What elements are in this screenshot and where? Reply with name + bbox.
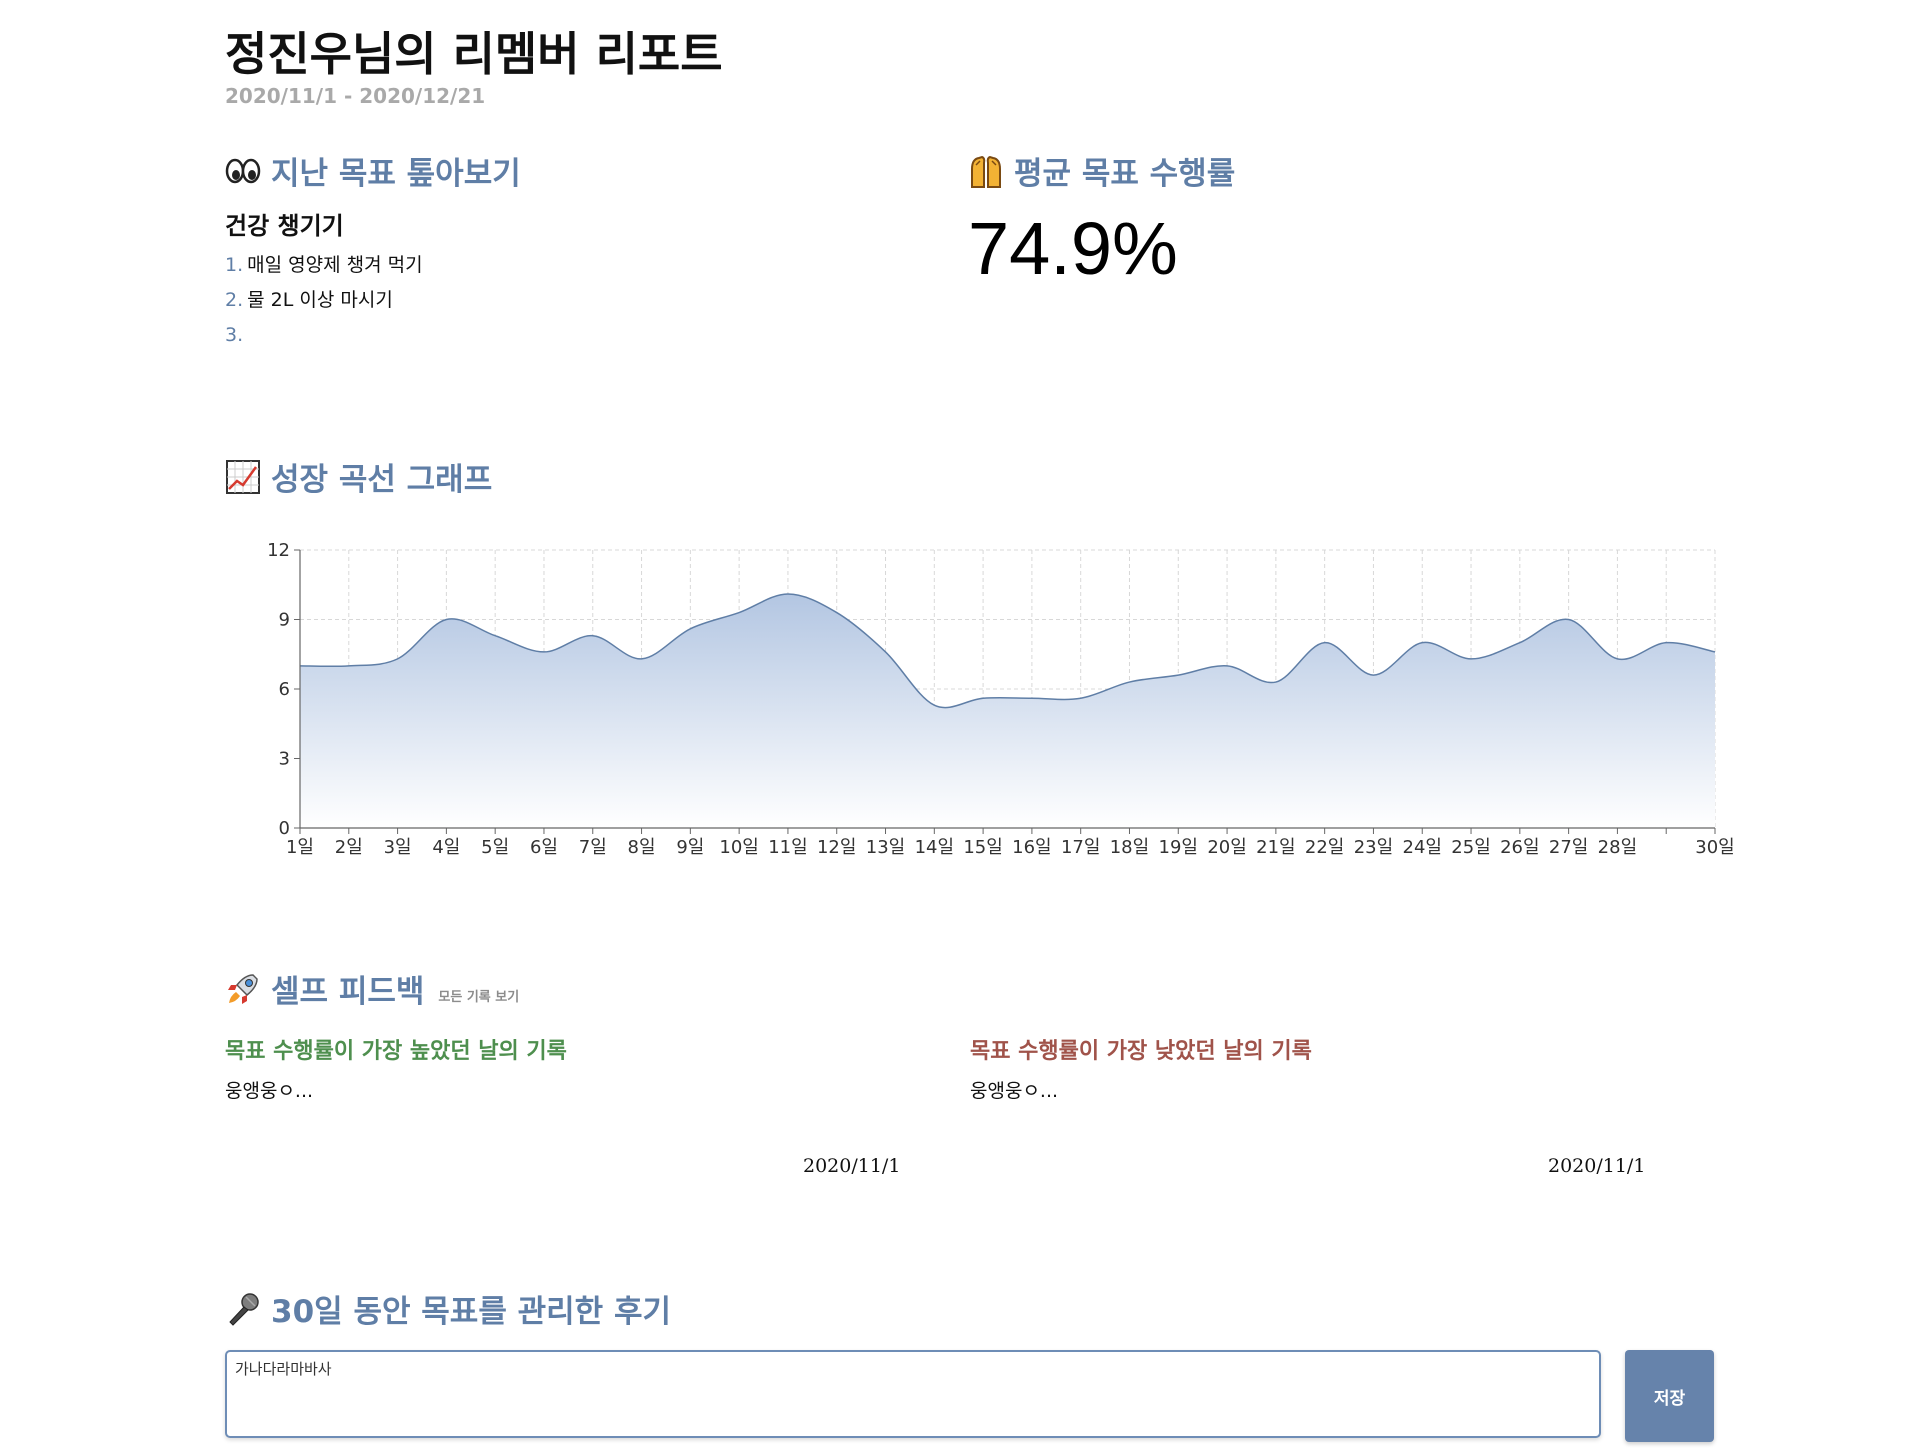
y-tick-label: 3 bbox=[279, 749, 290, 770]
goal-list: 1. 매일 영양제 챙겨 먹기 2. 물 2L 이상 마시기 3. bbox=[225, 248, 423, 353]
goal-number: 1. bbox=[225, 254, 244, 276]
list-item: 2. 물 2L 이상 마시기 bbox=[225, 283, 423, 318]
highest-day-date: 2020/11/1 bbox=[803, 1155, 901, 1177]
raised-hands-icon bbox=[971, 155, 1001, 188]
x-tick-label: 7일 bbox=[579, 837, 607, 858]
y-tick-label: 9 bbox=[279, 610, 290, 631]
x-tick-label: 14일 bbox=[915, 837, 954, 858]
x-tick-label: 4일 bbox=[432, 837, 460, 858]
lowest-day-label: 목표 수행률이 가장 낮았던 날의 기록 bbox=[970, 1039, 1312, 1064]
review-heading: 30일 동안 목표를 관리한 후기 bbox=[225, 1286, 671, 1331]
x-tick-label: 9일 bbox=[676, 837, 704, 858]
highest-day-label: 목표 수행률이 가장 높았던 날의 기록 bbox=[225, 1039, 567, 1064]
x-tick-label: 24일 bbox=[1403, 837, 1442, 858]
x-tick-label: 8일 bbox=[628, 837, 656, 858]
feedback-heading: 셀프 피드백 모든 기록 보기 bbox=[225, 966, 519, 1011]
highest-day-text: 웅앵웅ㅇ... bbox=[225, 1080, 314, 1102]
list-item: 1. 매일 영양제 챙겨 먹기 bbox=[225, 248, 423, 283]
y-tick-label: 12 bbox=[267, 540, 290, 561]
x-tick-label: 1일 bbox=[286, 837, 314, 858]
x-tick-label: 17일 bbox=[1061, 837, 1100, 858]
y-tick-label: 0 bbox=[279, 818, 290, 839]
growth-chart-svg: 0 3 6 9 12 1일 2일 3일 4일 5일 6일 7일 8일 9일 10일 11일 12일 13일 14일 1… bbox=[267, 540, 1735, 858]
growth-area-fill bbox=[300, 594, 1715, 828]
x-tick-label: 3일 bbox=[384, 837, 412, 858]
x-tick-label: 23일 bbox=[1354, 837, 1393, 858]
list-item: 3. bbox=[225, 318, 423, 353]
x-tick-label: 25일 bbox=[1451, 837, 1490, 858]
x-tick-label: 18일 bbox=[1110, 837, 1149, 858]
x-tick-label: 30일 bbox=[1695, 837, 1734, 858]
date-range: 2020/11/1 - 2020/12/21 bbox=[225, 84, 486, 108]
x-tick-label: 28일 bbox=[1598, 837, 1637, 858]
growth-chart: 0 3 6 9 12 1일 2일 3일 4일 5일 6일 7일 8일 9일 10일 11일 12일 13일 14일 1… bbox=[255, 530, 1735, 860]
goal-number: 2. bbox=[225, 289, 244, 311]
x-tick-label: 2일 bbox=[335, 837, 363, 858]
save-button[interactable]: 저장 bbox=[1625, 1350, 1714, 1442]
average-heading-text: 평균 목표 수행률 bbox=[1014, 156, 1236, 192]
feedback-heading-text: 셀프 피드백 bbox=[271, 974, 425, 1010]
review-input[interactable]: 가나다라마바사 bbox=[225, 1350, 1601, 1438]
x-tick-label: 10일 bbox=[719, 837, 758, 858]
report-page: 정진우님의 리멤버 리포트 2020/11/1 - 2020/12/21 지난 … bbox=[0, 0, 1916, 1454]
goal-text: 매일 영양제 챙겨 먹기 bbox=[247, 254, 423, 276]
past-goals-heading: 지난 목표 톺아보기 bbox=[225, 148, 521, 193]
goal-text: 물 2L 이상 마시기 bbox=[247, 289, 393, 311]
chart-increasing-icon bbox=[226, 459, 260, 494]
x-tick-label: 16일 bbox=[1012, 837, 1051, 858]
x-tick-label: 13일 bbox=[866, 837, 905, 858]
past-goals-heading-text: 지난 목표 톺아보기 bbox=[271, 156, 521, 192]
goal-number: 3. bbox=[225, 324, 244, 346]
review-heading-text: 30일 동안 목표를 관리한 후기 bbox=[271, 1294, 672, 1330]
average-rate-value: 74.9% bbox=[968, 207, 1178, 290]
x-tick-label: 15일 bbox=[963, 837, 1002, 858]
growth-heading-text: 성장 곡선 그래프 bbox=[271, 462, 493, 498]
lowest-day-text: 웅앵웅ㅇ... bbox=[970, 1080, 1059, 1102]
x-tick-label: 6일 bbox=[530, 837, 558, 858]
x-tick-label: 22일 bbox=[1305, 837, 1344, 858]
goal-title: 건강 챙기기 bbox=[225, 212, 344, 240]
average-heading: 평균 목표 수행률 bbox=[968, 148, 1235, 193]
x-tick-label: 11일 bbox=[768, 837, 807, 858]
eyes-icon bbox=[225, 158, 261, 183]
x-tick-label: 21일 bbox=[1256, 837, 1295, 858]
x-tick-label: 5일 bbox=[481, 837, 509, 858]
x-tick-label: 26일 bbox=[1500, 837, 1539, 858]
page-title: 정진우님의 리멤버 리포트 bbox=[225, 27, 723, 81]
x-tick-label: 12일 bbox=[817, 837, 856, 858]
lowest-day-date: 2020/11/1 bbox=[1548, 1155, 1646, 1177]
x-tick-label: 27일 bbox=[1549, 837, 1588, 858]
microphone-icon bbox=[229, 1292, 259, 1326]
rocket-icon bbox=[228, 973, 258, 1004]
y-tick-label: 6 bbox=[279, 679, 290, 700]
growth-heading: 성장 곡선 그래프 bbox=[225, 454, 492, 499]
x-tick-label: 19일 bbox=[1159, 837, 1198, 858]
x-tick-label: 20일 bbox=[1207, 837, 1246, 858]
view-all-records-link[interactable]: 모든 기록 보기 bbox=[438, 986, 519, 1005]
